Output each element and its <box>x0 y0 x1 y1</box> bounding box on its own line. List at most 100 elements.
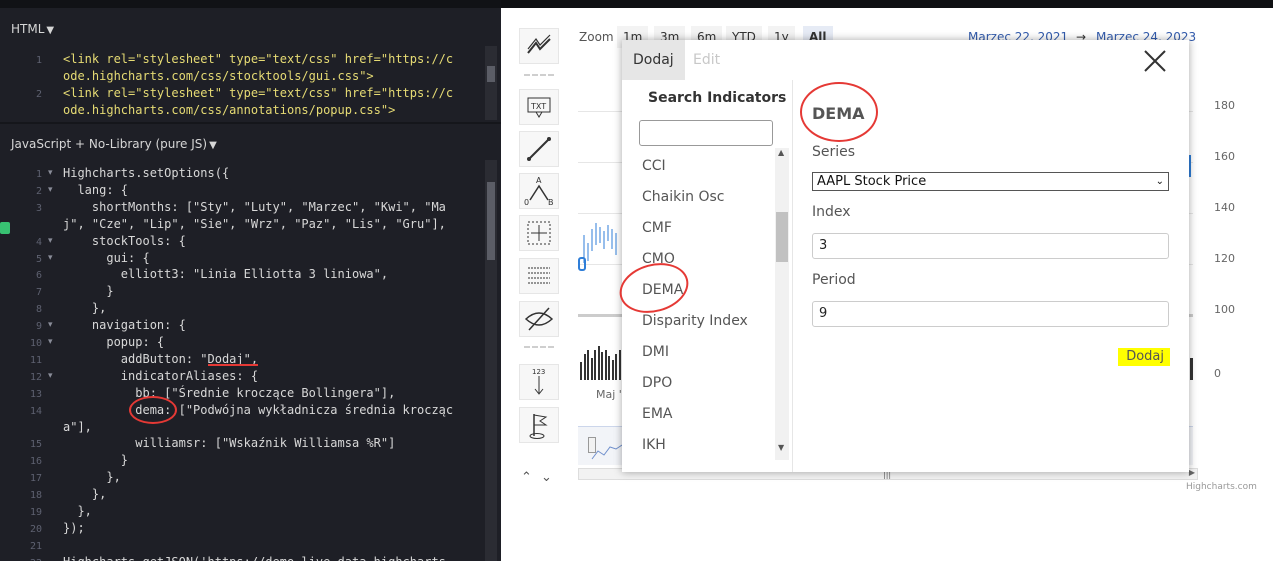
scroll-down-arrow-icon[interactable]: ▼ <box>778 443 784 452</box>
indicator-list-scrollbar-thumb[interactable] <box>776 212 788 262</box>
js-panel-header[interactable]: JavaScript + No-Library (pure JS) ▼ <box>0 129 501 159</box>
line-number: 13 <box>29 388 42 400</box>
toolbar-separator <box>524 346 554 348</box>
html-panel-header[interactable]: HTML ▼ <box>0 14 501 44</box>
line-button[interactable] <box>519 131 559 167</box>
series-select[interactable]: AAPL Stock Price ⌄ <box>812 172 1169 191</box>
code-line: popup: { <box>63 335 165 349</box>
elliott-wave-button[interactable]: A 0 B <box>519 173 559 209</box>
html-scrollbar-thumb[interactable] <box>487 66 495 82</box>
add-indicator-button[interactable]: Dodaj <box>1118 348 1170 366</box>
line-number: 11 <box>29 354 42 366</box>
toolbar-scroll-up-icon[interactable]: ⌃ <box>521 470 532 485</box>
panel-divider[interactable] <box>0 122 501 124</box>
chevron-down-icon[interactable]: ⌄ <box>1156 173 1164 190</box>
volume-bar <box>587 350 589 380</box>
y-tick-label: 120 <box>1214 252 1235 265</box>
code-line: gui: { <box>63 250 150 265</box>
code-line: bb: ["Średnie kroczące Bollingera"], <box>63 385 396 400</box>
scroll-up-arrow-icon[interactable]: ▲ <box>778 148 784 157</box>
fold-chevron-icon[interactable]: ▾ <box>48 185 53 195</box>
flag-button[interactable] <box>519 407 559 443</box>
indicator-item-dmi[interactable]: DMI <box>642 344 669 360</box>
text-label-icon: TXT <box>527 97 551 118</box>
code-line: } <box>63 284 114 299</box>
code-text: ode.highcharts.com/css/annotations/popup… <box>63 103 396 117</box>
svg-text:TXT: TXT <box>530 102 546 111</box>
navigator-handle[interactable] <box>588 437 596 453</box>
js-scrollbar[interactable] <box>485 160 497 561</box>
line-number: 20 <box>29 523 42 535</box>
code-line: ode.highcharts.com/css/stocktools/gui.cs… <box>63 69 374 83</box>
fold-chevron-icon[interactable]: ▾ <box>48 168 53 178</box>
comment-marker-icon[interactable] <box>0 222 10 234</box>
line-number: 16 <box>29 456 42 468</box>
indicator-item-dpo[interactable]: DPO <box>642 375 672 391</box>
tab-edit[interactable]: Edit <box>682 40 731 80</box>
fold-chevron-icon[interactable]: ▾ <box>48 371 53 381</box>
fold-chevron-icon[interactable]: ▾ <box>48 320 53 330</box>
code-line: navigation: { <box>63 318 186 333</box>
indicator-item-cmf[interactable]: CMF <box>642 220 672 236</box>
price-indicator-icon: 123 <box>532 368 545 395</box>
line-number: 9 <box>35 321 42 333</box>
code-line: lang: { <box>63 182 129 197</box>
chevron-down-icon[interactable]: ▼ <box>209 140 217 151</box>
label-annotation-button[interactable]: TXT <box>519 89 559 125</box>
code-line: shortMonths: ["Sty", "Luty", "Marzec", "… <box>63 199 446 214</box>
editor-top-strip <box>0 0 501 8</box>
volume-bar <box>580 362 582 380</box>
volume-series <box>580 340 622 380</box>
tab-add[interactable]: Dodaj <box>622 40 685 80</box>
code-line: stockTools: { <box>63 233 186 248</box>
indicator-list-scrollbar[interactable]: ▲ ▼ <box>775 148 789 460</box>
zoom-label: Zoom <box>579 30 614 44</box>
grid-button[interactable] <box>519 258 559 294</box>
toggle-annotations-button[interactable] <box>519 301 559 337</box>
drag-handle[interactable] <box>578 257 586 271</box>
code-line: a"], <box>63 419 92 434</box>
fold-chevron-icon[interactable]: ▾ <box>48 337 53 347</box>
volume-bar <box>608 356 610 380</box>
credits-link[interactable]: Highcharts.com <box>1186 482 1257 492</box>
scrollbar-right-arrow-icon[interactable]: ▶ <box>1189 468 1195 477</box>
close-icon[interactable] <box>1142 48 1168 74</box>
crosshair-icon <box>527 221 551 245</box>
fold-chevron-icon[interactable]: ▾ <box>48 253 53 263</box>
eye-hidden-icon <box>524 307 554 331</box>
indicator-item-disparity-index[interactable]: Disparity Index <box>642 313 748 329</box>
code-line: <link rel="stylesheet" type="text/css" h… <box>63 52 453 66</box>
code-line: elliott3: "Linia Elliotta 3 liniowa", <box>63 267 389 282</box>
line-number: 1 <box>35 55 42 66</box>
indicators-button[interactable] <box>519 28 559 64</box>
indicator-item-chaikin-osc[interactable]: Chaikin Osc <box>642 189 724 205</box>
red-circle-annotation <box>800 82 878 142</box>
toolbar-separator <box>524 74 554 76</box>
crosshair-button[interactable] <box>519 215 559 251</box>
volume-bar <box>597 346 600 380</box>
indicator-item-cci[interactable]: CCI <box>642 158 666 174</box>
index-label: Index <box>812 204 851 220</box>
volume-tick-label: 0 <box>1214 367 1221 380</box>
html-panel-title: HTML <box>11 22 45 36</box>
period-input[interactable]: 9 <box>812 301 1169 327</box>
toolbar-scroll-down-icon[interactable]: ⌄ <box>541 470 552 485</box>
line-number: 21 <box>29 540 42 552</box>
search-input[interactable] <box>639 120 773 146</box>
code-line: williamsr: ["Wskaźnik Williamsa %R"] <box>63 436 396 451</box>
preview-top-strip <box>501 0 1273 8</box>
svg-text:A: A <box>536 176 542 185</box>
indicator-item-ikh[interactable]: IKH <box>642 437 666 453</box>
chevron-down-icon[interactable]: ▼ <box>46 25 54 36</box>
elliott-wave-icon: A 0 B <box>524 176 554 207</box>
js-scrollbar-thumb[interactable] <box>487 182 495 260</box>
svg-text:B: B <box>548 198 554 207</box>
code-line: }, <box>63 301 107 316</box>
fold-chevron-icon[interactable]: ▾ <box>48 236 53 246</box>
html-scrollbar[interactable] <box>485 46 497 120</box>
index-input[interactable]: 3 <box>812 233 1169 259</box>
code-editor: HTML ▼ 1 <link rel="stylesheet" type="tex… <box>0 0 501 561</box>
line-number: 14 <box>29 405 42 417</box>
indicator-item-ema[interactable]: EMA <box>642 406 673 422</box>
price-indicator-button[interactable]: 123 <box>519 364 559 400</box>
